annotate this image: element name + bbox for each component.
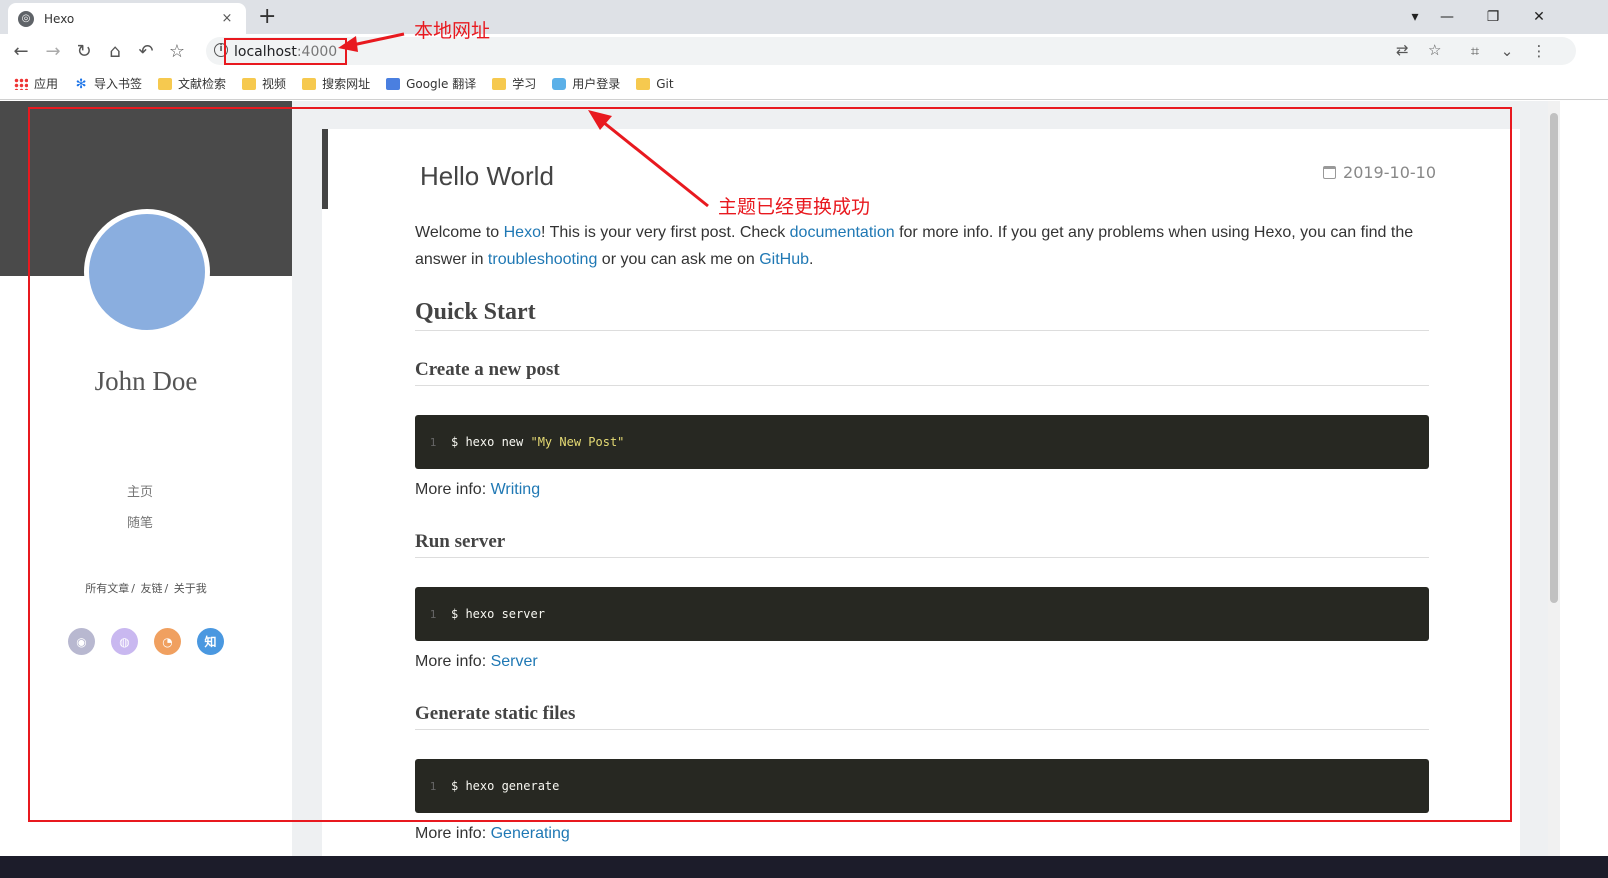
code-block: 1 $ hexo generate [415, 759, 1429, 813]
more-info: More info: Generating [415, 825, 570, 842]
user-icon [552, 77, 567, 90]
folder-icon [636, 77, 651, 90]
code-command: $ hexo generate [451, 779, 560, 793]
post-date-text: 2019-10-10 [1343, 163, 1436, 182]
bookmark-apps[interactable]: 应用 [14, 75, 58, 92]
code-string: "My New Post" [530, 435, 625, 449]
bookmark-google-translate[interactable]: Google 翻译 [386, 75, 476, 92]
github-link[interactable]: GitHub [759, 251, 809, 268]
close-tab-icon[interactable]: × [218, 11, 236, 26]
bookmark-star-icon[interactable]: ☆ [1428, 41, 1441, 59]
server-link[interactable]: Server [491, 653, 538, 670]
folder-icon [242, 77, 257, 90]
tab-strip: ◎ Hexo × + ▾ — ❐ ✕ [0, 0, 1608, 34]
globe-icon: ◎ [18, 10, 34, 27]
gear-icon: ✻ [75, 76, 87, 92]
extensions-icon[interactable]: ⌄ [1494, 38, 1520, 64]
crop-icon[interactable]: ⌗ [1462, 38, 1488, 64]
code-command: $ hexo server [451, 607, 545, 621]
google-translate-icon [386, 77, 401, 90]
address-bar[interactable]: i localhost:4000 ⇄ ☆ [206, 37, 1576, 65]
code-block: 1 $ hexo server [415, 587, 1429, 641]
new-tab-button[interactable]: + [258, 4, 276, 30]
writing-link[interactable]: Writing [491, 481, 541, 498]
tab-title: Hexo [44, 11, 75, 26]
close-window-icon[interactable]: ✕ [1524, 0, 1554, 34]
calendar-icon [1323, 166, 1337, 179]
bookmark-import[interactable]: ✻ 导入书签 [74, 75, 142, 92]
social-links: ◉ ◍ ◔ 知 [68, 628, 240, 655]
rss-icon[interactable]: ◔ [154, 628, 181, 655]
weibo-icon[interactable]: ◍ [111, 628, 138, 655]
bookmark-folder-search[interactable]: 搜索网址 [302, 75, 370, 92]
nav-home-link[interactable]: 主页 [0, 481, 280, 500]
more-info: More info: Server [415, 653, 538, 670]
hexo-link[interactable]: Hexo [504, 224, 541, 241]
section-heading: Run server [415, 531, 1429, 558]
quick-start-heading: Quick Start [415, 299, 1429, 331]
minimize-icon[interactable]: — [1432, 0, 1462, 34]
code-block: 1 $ hexo new "My New Post" [415, 415, 1429, 469]
restore-icon[interactable]: ❐ [1478, 0, 1508, 34]
browser-toolbar: ← → ↻ ⌂ ↶ ☆ i localhost:4000 ⇄ ☆ ⌗ ⌄ ⋮ [0, 34, 1608, 68]
github-icon[interactable]: ◉ [68, 628, 95, 655]
line-number: 1 [429, 607, 437, 621]
article-accent-bar [322, 129, 328, 209]
bookmark-folder-study[interactable]: 学习 [492, 75, 536, 92]
menu-kebab-icon[interactable]: ⋮ [1526, 38, 1552, 64]
friend-links-link[interactable]: 友链 [141, 582, 163, 595]
documentation-link[interactable]: documentation [790, 224, 895, 241]
more-info: More info: Writing [415, 481, 541, 498]
bookmark-folder-video[interactable]: 视频 [242, 75, 286, 92]
bookmark-folder-git[interactable]: Git [636, 77, 674, 91]
blog-sidebar: John Doe 主页 随笔 所有文章 / 友链 / 关于我 ◉ ◍ ◔ 知 [0, 101, 292, 856]
post-content: Welcome to Hexo! This is your very first… [415, 219, 1429, 842]
generating-link[interactable]: Generating [491, 825, 570, 842]
intro-paragraph: Welcome to Hexo! This is your very first… [415, 224, 1414, 268]
about-me-link[interactable]: 关于我 [174, 582, 207, 595]
url-highlight[interactable]: localhost:4000 [224, 38, 348, 65]
home-icon[interactable]: ⌂ [102, 38, 128, 64]
tab-hexo[interactable]: ◎ Hexo × [8, 3, 246, 34]
folder-icon [492, 77, 507, 90]
annotation-local-url: 本地网址 [414, 20, 491, 42]
section-heading: Create a new post [415, 359, 1429, 386]
avatar[interactable] [84, 209, 210, 335]
post-article: Hello World 2019-10-10 Welcome to Hexo! … [322, 129, 1520, 856]
all-posts-link[interactable]: 所有文章 [85, 582, 129, 595]
bookmark-user-login[interactable]: 用户登录 [552, 75, 620, 92]
troubleshooting-link[interactable]: troubleshooting [488, 251, 597, 268]
folder-icon [158, 77, 173, 90]
folder-icon [302, 77, 317, 90]
bookmark-folder-literature[interactable]: 文献检索 [158, 75, 226, 92]
bookmarks-bar: 应用 ✻ 导入书签 文献检索 视频 搜索网址 Google 翻译 学习 用户登录 … [0, 68, 1608, 100]
post-date: 2019-10-10 [1323, 163, 1436, 182]
sidebar-footer-links: 所有文章 / 友链 / 关于我 [0, 580, 292, 596]
tab-search-icon[interactable]: ▾ [1400, 0, 1430, 34]
section-heading: Generate static files [415, 703, 1429, 730]
scrollbar-thumb[interactable] [1550, 113, 1558, 603]
code-command: $ hexo new [451, 435, 531, 449]
line-number: 1 [429, 435, 437, 449]
url-port: :4000 [296, 43, 338, 60]
annotation-theme-changed: 主题已经更换成功 [718, 196, 871, 218]
reload-icon[interactable]: ↻ [71, 38, 97, 64]
translate-icon[interactable]: ⇄ [1396, 41, 1409, 59]
page-scrollbar[interactable] [1548, 101, 1560, 856]
post-title[interactable]: Hello World [420, 161, 554, 192]
url-host: localhost [234, 43, 297, 60]
separator: / [131, 582, 135, 595]
author-name: John Doe [94, 366, 198, 396]
undo-icon[interactable]: ↶ [133, 38, 159, 64]
back-icon[interactable]: ← [8, 38, 34, 64]
line-number: 1 [429, 779, 437, 793]
forward-icon[interactable]: → [40, 38, 66, 64]
star-icon[interactable]: ☆ [164, 38, 190, 64]
separator: / [164, 582, 169, 595]
apps-icon [14, 77, 28, 90]
nav-essays-link[interactable]: 随笔 [0, 512, 280, 531]
os-taskbar [0, 856, 1608, 878]
zhihu-icon[interactable]: 知 [197, 628, 224, 655]
